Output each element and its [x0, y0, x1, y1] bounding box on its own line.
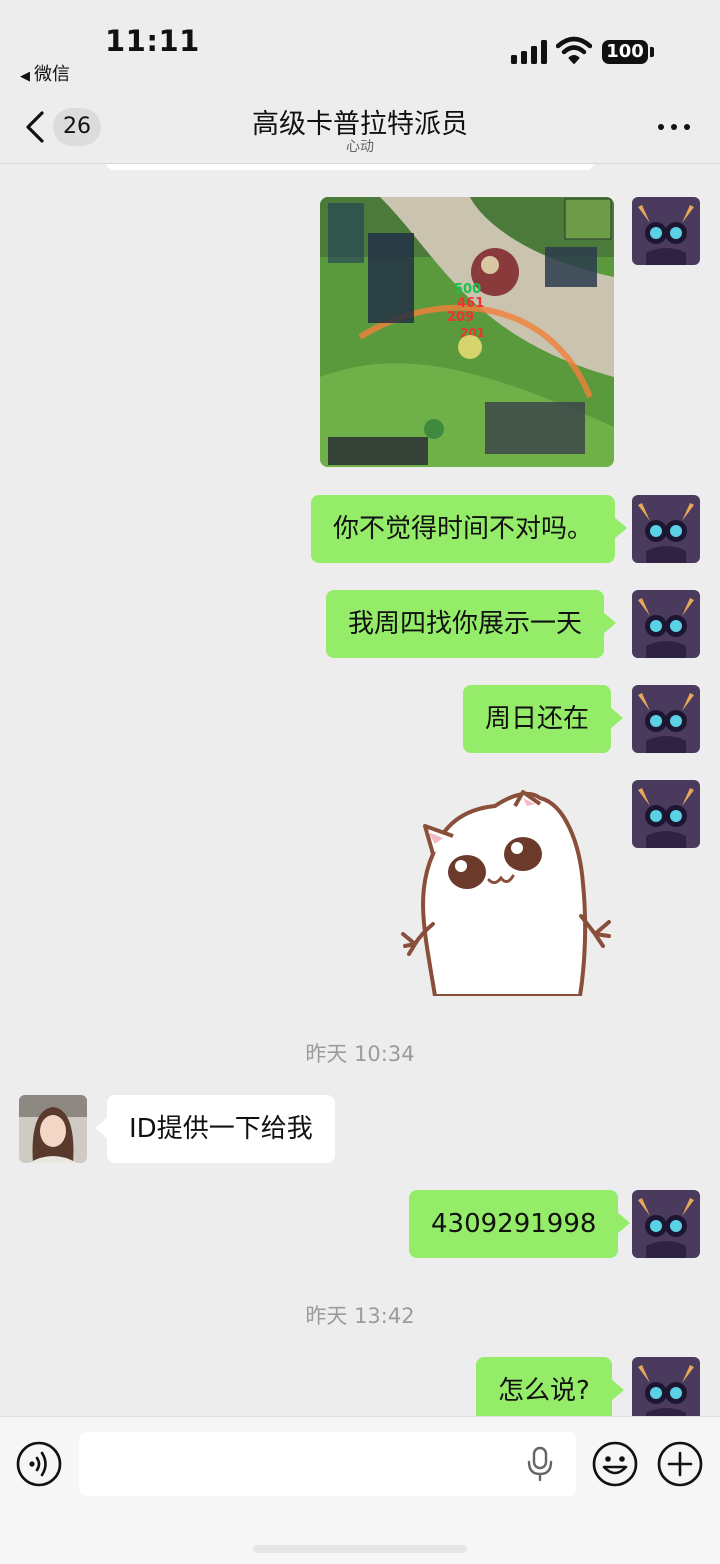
my-avatar-art: [632, 590, 700, 658]
battery-tip: [650, 47, 654, 57]
cellular-signal-icon: [511, 40, 547, 64]
message-bubble-sent[interactable]: 怎么说?: [476, 1357, 624, 1416]
my-avatar-art: [632, 1190, 700, 1258]
previous-message-edge: [106, 164, 594, 170]
more-options-icon[interactable]: [658, 124, 690, 132]
cat-shrug-sticker[interactable]: [395, 784, 620, 996]
my-avatar[interactable]: [632, 1190, 700, 1258]
wifi-icon: [556, 36, 592, 64]
svg-text:500: 500: [454, 282, 481, 297]
voice-icon[interactable]: [16, 1441, 62, 1487]
my-avatar-art: [632, 495, 700, 563]
back-triangle-icon: ◀: [20, 69, 30, 84]
chat-subtitle: 心动: [346, 139, 374, 155]
my-avatar-art: [632, 780, 700, 848]
my-avatar[interactable]: [632, 685, 700, 753]
my-avatar[interactable]: [632, 590, 700, 658]
contact-avatar-art: [19, 1095, 87, 1163]
my-avatar[interactable]: [632, 1357, 700, 1416]
message-bubble-sent[interactable]: 我周四找你展示一天: [326, 590, 617, 658]
timestamp: 昨天 10:34: [305, 1042, 415, 1066]
input-bar: [0, 1416, 720, 1564]
home-indicator: [253, 1545, 467, 1553]
my-avatar-art: [632, 197, 700, 265]
status-time: 11:11: [105, 24, 200, 58]
message-bubble-received[interactable]: ID提供一下给我: [95, 1095, 335, 1163]
microphone-icon[interactable]: [526, 1446, 554, 1482]
timestamp: 昨天 13:42: [305, 1304, 415, 1328]
svg-text:209: 209: [447, 310, 474, 325]
plus-icon[interactable]: [657, 1441, 703, 1487]
battery-level: 100: [602, 40, 648, 64]
message-bubble-sent[interactable]: 你不觉得时间不对吗。: [311, 495, 628, 563]
svg-text:461: 461: [457, 296, 484, 311]
my-avatar[interactable]: [632, 780, 700, 848]
my-avatar[interactable]: [632, 495, 700, 563]
message-bubble-sent[interactable]: 4309291998: [409, 1190, 631, 1258]
emoji-icon[interactable]: [592, 1441, 638, 1487]
back-to-app-link[interactable]: ◀ 微信: [20, 60, 70, 86]
my-avatar[interactable]: [632, 197, 700, 265]
my-avatar-art: [632, 1357, 700, 1416]
status-bar: 11:11 ◀ 微信 100: [0, 0, 720, 90]
chat-header: 26 高级卡普拉特派员 心动: [0, 90, 720, 164]
message-input[interactable]: [79, 1432, 576, 1496]
game-screenshot-art: 500 461 209 201: [320, 197, 614, 467]
game-screenshot-image[interactable]: 500 461 209 201: [320, 197, 614, 467]
contact-avatar[interactable]: [19, 1095, 87, 1163]
back-app-label: 微信: [34, 64, 70, 85]
message-list[interactable]: 500 461 209 201 你不觉得时间不对吗。 我周四找你展示一天 周日还…: [0, 164, 720, 1416]
my-avatar-art: [632, 685, 700, 753]
message-bubble-sent[interactable]: 周日还在: [463, 685, 624, 753]
